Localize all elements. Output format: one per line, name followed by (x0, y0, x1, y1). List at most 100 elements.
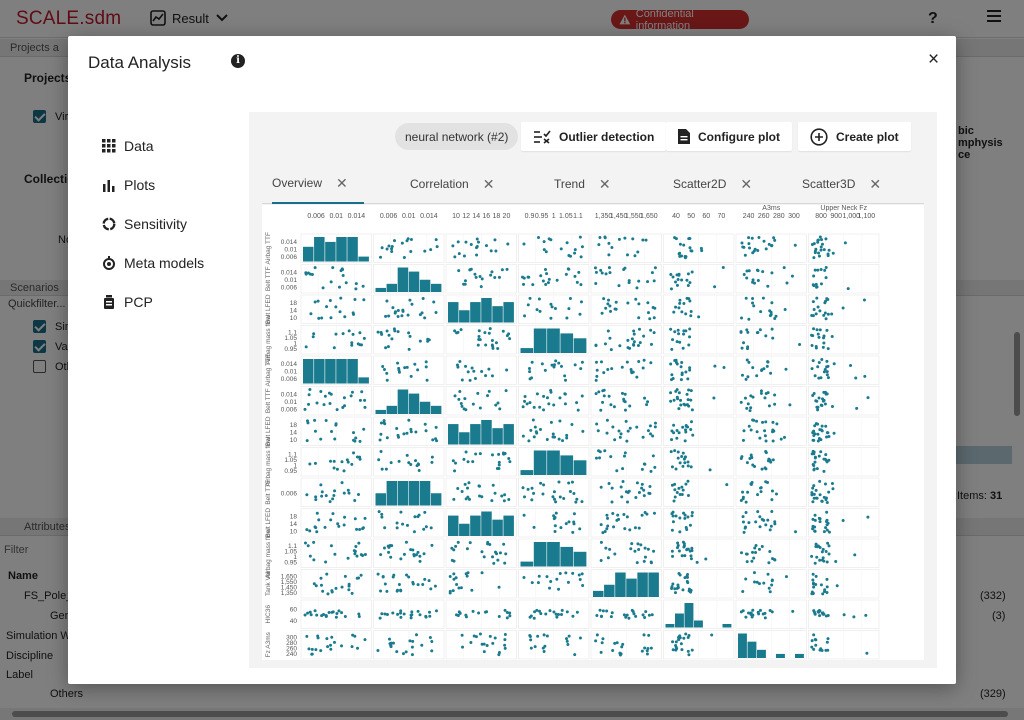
scatter-point (465, 574, 469, 578)
scatter-point (335, 467, 339, 471)
scatter-point (610, 367, 614, 371)
scatter-point (670, 587, 674, 591)
scatter-point (489, 273, 493, 277)
scatter-point (486, 394, 490, 398)
scatter-point (600, 271, 604, 275)
scatter-point (527, 366, 531, 370)
scatter-point (759, 310, 763, 314)
scatter-point (812, 284, 816, 288)
scatter-point (480, 550, 484, 554)
scatter-point (684, 428, 688, 432)
histogram-bar (560, 333, 574, 353)
nav-label-sensitivity: Sensitivity (124, 215, 188, 232)
model-chip[interactable]: neural network (#2) (395, 123, 519, 150)
grid-icon (102, 138, 116, 152)
scatter-point (307, 393, 311, 397)
scatter-point (568, 297, 572, 301)
scatter-point (630, 542, 634, 546)
scatter-point (423, 577, 427, 581)
scatter-point (637, 526, 641, 530)
nav-item-data[interactable]: Data (102, 126, 252, 165)
scatter-point (831, 251, 835, 255)
scatter-point (671, 648, 675, 652)
create-plot-button[interactable]: Create plot (798, 122, 911, 151)
outlier-detection-label: Outlier detection (559, 129, 655, 144)
scatter-point (555, 615, 559, 619)
scatter-point (491, 641, 495, 645)
scatter-point (818, 614, 822, 618)
scatter-point (824, 299, 828, 303)
scatter-matrix-svg[interactable]: 0.006 0.01 0.014 0.006 0.01 0.014 10 12 14 16 18 20… (262, 205, 924, 660)
scatter-point (568, 490, 572, 494)
scatter-point (468, 268, 472, 272)
scatter-point (578, 636, 582, 640)
outlier-detection-button[interactable]: Outlier detection (521, 122, 667, 151)
nav-label-meta-models: Meta models (124, 254, 205, 271)
scatter-point (456, 487, 460, 491)
row-tick-label: 14 (290, 521, 298, 528)
close-icon[interactable]: ✕ (740, 177, 752, 191)
scatter-point (819, 268, 823, 272)
tab-correlation[interactable]: Correlation ✕ (410, 164, 520, 204)
info-icon[interactable]: i (231, 54, 245, 68)
close-icon[interactable]: ✕ (483, 177, 495, 191)
scatter-point (814, 399, 818, 403)
histogram-bar (303, 359, 314, 384)
tab-scatter3d[interactable]: Scatter3D ✕ (802, 164, 912, 204)
scatter-matrix-plot[interactable]: 0.006 0.01 0.014 0.006 0.01 0.014 10 12 14 16 18 20… (262, 205, 924, 660)
scatter-point (397, 368, 401, 372)
scatter-point (676, 583, 680, 587)
scatter-point (684, 482, 688, 486)
scatter-point (322, 403, 326, 407)
scatter-point (862, 298, 866, 302)
scatter-point (611, 512, 615, 516)
scatter-point (832, 431, 836, 435)
scatter-point (463, 482, 467, 486)
scatter-point (618, 651, 622, 655)
close-button[interactable]: × (928, 50, 939, 70)
tab-trend[interactable]: Trend ✕ (554, 164, 640, 204)
top-tick-label: 0.014 (420, 213, 438, 220)
scatter-point (493, 636, 497, 640)
scatter-point (530, 498, 534, 502)
tab-scatter2d[interactable]: Scatter2D ✕ (673, 164, 779, 204)
scatter-point (312, 558, 316, 562)
scatter-point (745, 328, 749, 332)
scatter-point (562, 496, 566, 500)
scatter-point (542, 240, 546, 244)
tab-overview[interactable]: Overview ✕ (272, 164, 364, 204)
scatter-point (543, 368, 547, 372)
scatter-point (825, 640, 829, 644)
scatter-point (766, 284, 770, 288)
scatter-point (503, 646, 507, 650)
scatter-point (503, 493, 507, 497)
nav-item-sensitivity[interactable]: Sensitivity (102, 204, 252, 243)
scatter-point (319, 583, 323, 587)
configure-plot-button[interactable]: Configure plot (666, 122, 792, 151)
scatter-point (691, 433, 695, 437)
scatter-point (635, 375, 639, 379)
scatter-point (414, 430, 418, 434)
scatter-point (677, 332, 681, 336)
scatter-point (490, 270, 494, 274)
scatter-point (773, 316, 777, 320)
close-icon[interactable]: ✕ (336, 176, 348, 190)
nav-item-pcp[interactable]: PCP (102, 282, 252, 321)
scatter-point (634, 297, 638, 301)
histogram-bar (648, 572, 659, 597)
scatter-point (794, 530, 798, 534)
scatter-point (620, 365, 624, 369)
nav-item-meta-models[interactable]: Meta models (102, 243, 252, 282)
scatter-point (505, 334, 509, 338)
close-icon[interactable]: ✕ (599, 177, 611, 191)
scatter-point (477, 334, 481, 338)
scatter-point (681, 464, 685, 468)
scatter-point (686, 649, 690, 653)
close-icon[interactable]: ✕ (869, 177, 881, 191)
nav-item-plots[interactable]: Plots (102, 165, 252, 204)
scatter-point (528, 370, 532, 374)
scatter-point (817, 254, 821, 258)
scatter-point (641, 613, 645, 617)
scatter-point (636, 250, 640, 254)
scatter-point (824, 237, 828, 241)
